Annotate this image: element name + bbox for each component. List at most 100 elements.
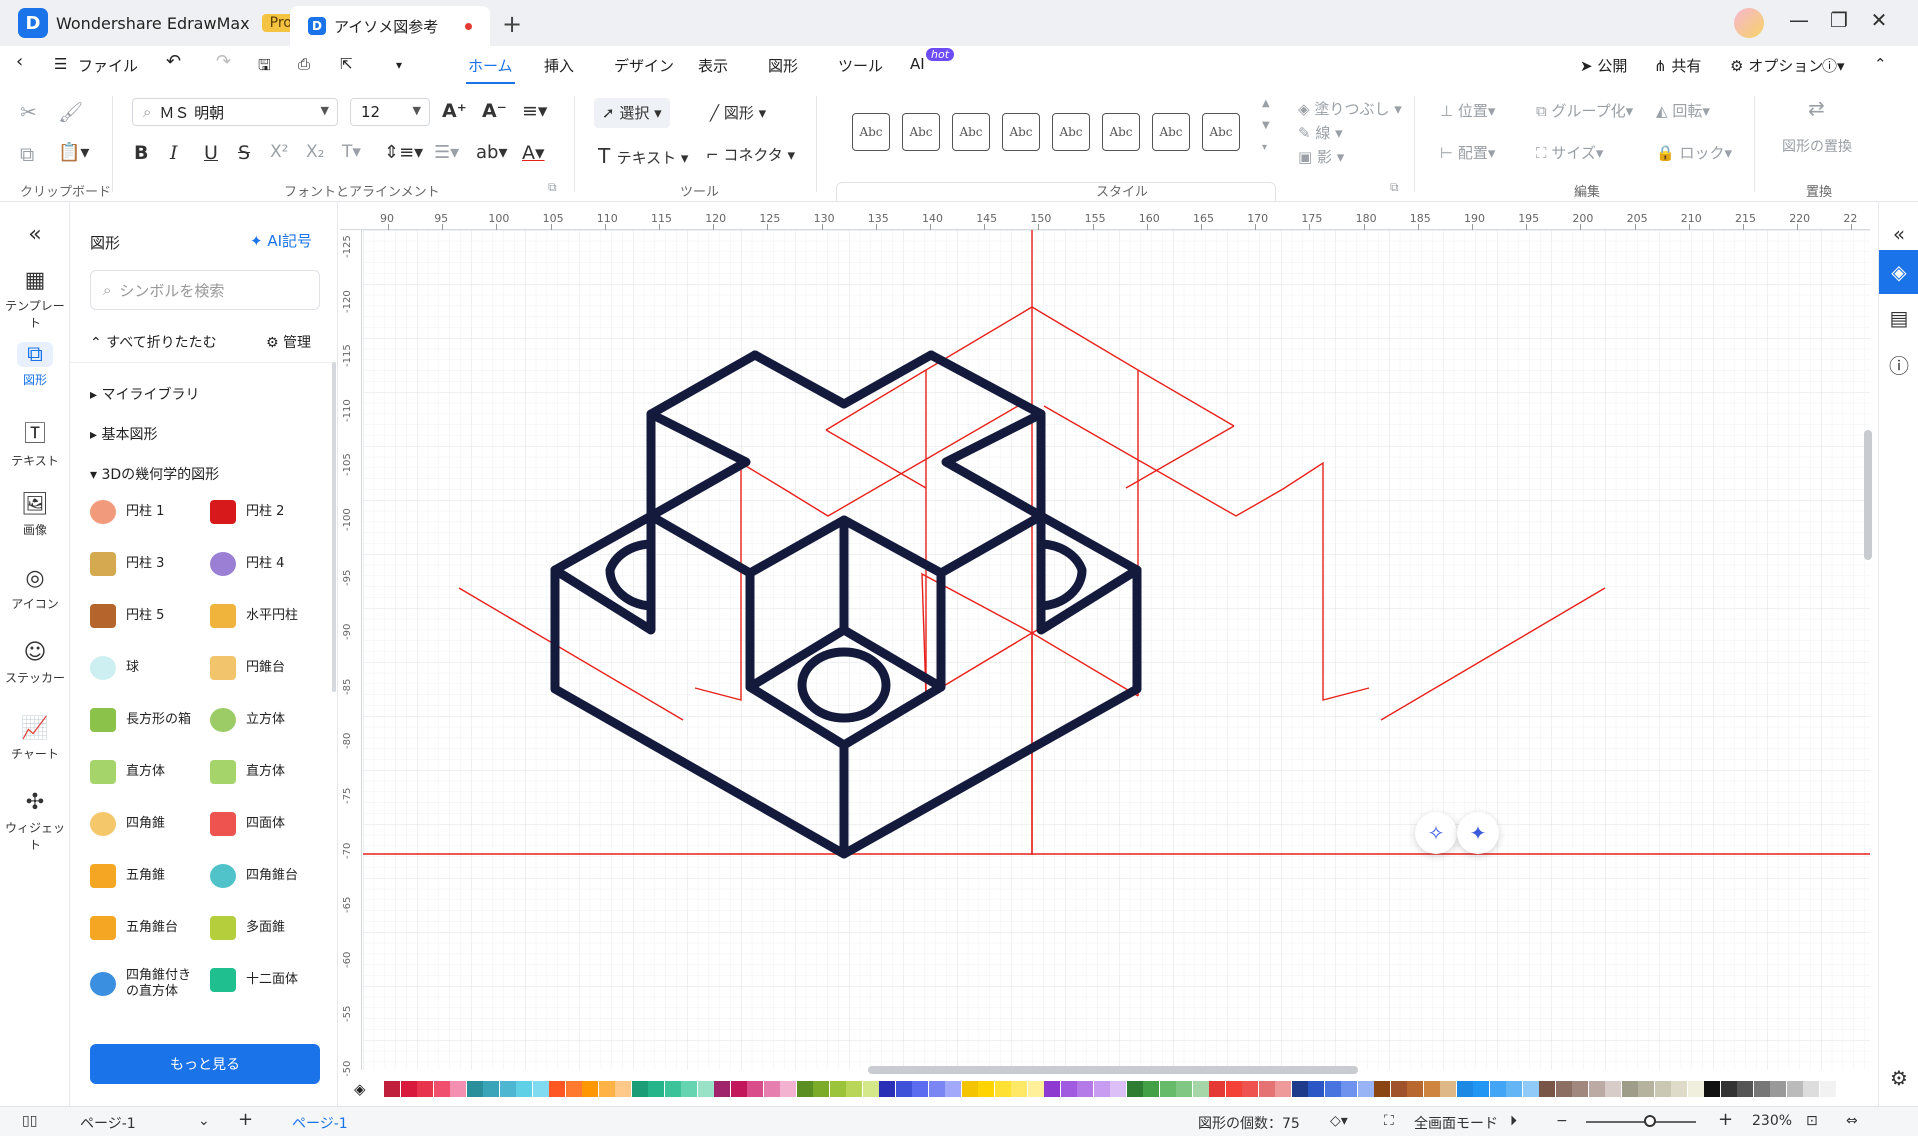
style-sample-8[interactable]: Abc: [1202, 113, 1240, 151]
palette-swatch[interactable]: [1209, 1081, 1225, 1097]
rail-sticker[interactable]: ☺ ステッカー: [0, 640, 70, 686]
shape-tool-button[interactable]: ╱ 図形 ▾: [710, 102, 766, 123]
options-button[interactable]: ⚙ オプション: [1730, 55, 1823, 76]
palette-swatch[interactable]: [450, 1081, 466, 1097]
fit-width-icon[interactable]: ⇔: [1846, 1113, 1858, 1129]
palette-swatch[interactable]: [1489, 1081, 1506, 1097]
font-family-select[interactable]: ⌕ ＭＳ 明朝 ▼: [132, 98, 338, 126]
palette-swatch[interactable]: [1225, 1081, 1242, 1097]
palette-swatch[interactable]: [664, 1081, 681, 1097]
palette-swatch[interactable]: [1720, 1081, 1737, 1097]
tab-tools[interactable]: ツール: [838, 55, 883, 76]
zoom-in-icon[interactable]: +: [1718, 1109, 1733, 1130]
font-size-select[interactable]: 12 ▼: [350, 98, 430, 126]
symbol-search-input[interactable]: ⌕ シンボルを検索: [90, 270, 320, 310]
palette-swatch[interactable]: [978, 1081, 994, 1097]
position-button[interactable]: ⊥ 位置▾: [1440, 100, 1495, 121]
palette-swatch[interactable]: [1605, 1081, 1621, 1097]
zoom-slider-handle[interactable]: [1644, 1115, 1656, 1127]
shape-item[interactable]: 五角錐: [90, 864, 165, 888]
format-paint-icon[interactable]: ◈: [1879, 250, 1918, 294]
palette-swatch[interactable]: [1060, 1081, 1077, 1097]
redo-icon[interactable]: ↷: [216, 51, 231, 72]
palette-swatch[interactable]: [1786, 1081, 1803, 1097]
palette-swatch[interactable]: [1011, 1081, 1027, 1097]
palette-swatch[interactable]: [895, 1081, 912, 1097]
palette-swatch[interactable]: [697, 1081, 714, 1097]
publish-button[interactable]: ➤ 公開: [1580, 55, 1627, 76]
replace-shape-button[interactable]: 図形の置換: [1782, 136, 1852, 156]
settings-icon[interactable]: ⚙: [1879, 1056, 1918, 1100]
share-button[interactable]: ⋔ 共有: [1654, 55, 1701, 76]
chevron-down-icon[interactable]: ⌄: [198, 1113, 210, 1129]
palette-swatch[interactable]: [763, 1081, 780, 1097]
fit-page-icon[interactable]: ⊡: [1806, 1113, 1818, 1129]
collapse-ribbon-icon[interactable]: ⌃: [1874, 55, 1887, 73]
gallery-up-icon[interactable]: ▲: [1262, 98, 1270, 109]
ai-assist-button[interactable]: ✧: [1415, 812, 1457, 854]
rail-text[interactable]: 🅃 テキスト: [0, 416, 70, 469]
palette-swatch[interactable]: [648, 1081, 664, 1097]
zoom-level[interactable]: 230%: [1752, 1113, 1792, 1129]
paste-icon[interactable]: 📋▾: [58, 142, 89, 163]
line-spacing-icon[interactable]: ⇕≡▾: [384, 142, 423, 163]
style-sample-5[interactable]: Abc: [1052, 113, 1090, 151]
palette-swatch[interactable]: [1770, 1081, 1786, 1097]
page-list-icon[interactable]: ▤: [1879, 296, 1918, 340]
palette-swatch[interactable]: [400, 1081, 417, 1097]
shape-item[interactable]: 長方形の箱: [90, 708, 191, 732]
palette-swatch[interactable]: [565, 1081, 582, 1097]
palette-swatch[interactable]: [1687, 1081, 1704, 1097]
more-quick-access-icon[interactable]: ▾: [396, 58, 402, 72]
palette-swatch[interactable]: [1324, 1081, 1341, 1097]
drawing-canvas[interactable]: ✧ ✦: [363, 230, 1870, 1070]
strikethrough-icon[interactable]: S: [238, 142, 250, 164]
font-dialog-launcher-icon[interactable]: ⧉: [548, 180, 557, 195]
file-menu[interactable]: ファイル: [78, 55, 138, 76]
maximize-icon[interactable]: ❐: [1824, 8, 1854, 32]
palette-swatch[interactable]: [1440, 1081, 1456, 1097]
palette-swatch[interactable]: [1291, 1081, 1308, 1097]
lock-button[interactable]: 🔒 ロック▾: [1656, 142, 1732, 163]
ai-symbol-button[interactable]: ✦ AI記号: [250, 230, 312, 251]
palette-swatch[interactable]: [582, 1081, 598, 1097]
library-my-library[interactable]: ▸ マイライブラリ: [90, 384, 199, 404]
palette-swatch[interactable]: [1275, 1081, 1291, 1097]
rail-shapes[interactable]: ⧉ 図形: [0, 342, 70, 388]
palette-swatch[interactable]: [1077, 1081, 1093, 1097]
rail-image[interactable]: 🖼 画像: [0, 492, 70, 538]
palette-swatch[interactable]: [1654, 1081, 1671, 1097]
shape-item[interactable]: 円柱 2: [210, 500, 284, 524]
tab-ai[interactable]: AI: [910, 55, 925, 73]
rotate-button[interactable]: ◭ 回転▾: [1656, 100, 1710, 121]
shape-item[interactable]: 四面体: [210, 812, 285, 836]
horizontal-scrollbar[interactable]: [868, 1066, 1358, 1074]
tab-view[interactable]: 表示: [698, 55, 728, 76]
shape-item[interactable]: 四角錐付きの直方体: [90, 968, 198, 999]
line-style-button[interactable]: ✎ 線 ▾: [1298, 122, 1343, 143]
palette-swatch[interactable]: [1737, 1081, 1753, 1097]
palette-swatch[interactable]: [1621, 1081, 1638, 1097]
palette-swatch[interactable]: [1308, 1081, 1324, 1097]
shape-item[interactable]: 四角錐台: [210, 864, 298, 888]
palette-swatch[interactable]: [681, 1081, 697, 1097]
style-sample-6[interactable]: Abc: [1102, 113, 1140, 151]
palette-swatch[interactable]: [780, 1081, 796, 1097]
palette-swatch[interactable]: [1258, 1081, 1275, 1097]
fullscreen-icon[interactable]: ⛶: [1384, 1113, 1394, 1129]
replace-shape-icon[interactable]: ⇄: [1808, 96, 1825, 120]
user-avatar[interactable]: [1734, 8, 1764, 38]
palette-swatch[interactable]: [1555, 1081, 1572, 1097]
back-icon[interactable]: ‹: [16, 51, 23, 72]
shape-item[interactable]: 四角錐: [90, 812, 165, 836]
close-icon[interactable]: ✕: [1864, 8, 1894, 32]
palette-swatch[interactable]: [747, 1081, 763, 1097]
palette-swatch[interactable]: [994, 1081, 1011, 1097]
palette-swatch[interactable]: [466, 1081, 483, 1097]
layers-icon[interactable]: ◇▾: [1330, 1113, 1348, 1129]
format-painter-icon[interactable]: 🖌: [58, 100, 83, 124]
palette-swatch[interactable]: [1588, 1081, 1605, 1097]
palette-swatch[interactable]: [615, 1081, 631, 1097]
superscript-icon[interactable]: X²: [270, 142, 288, 162]
palette-swatch[interactable]: [1572, 1081, 1588, 1097]
